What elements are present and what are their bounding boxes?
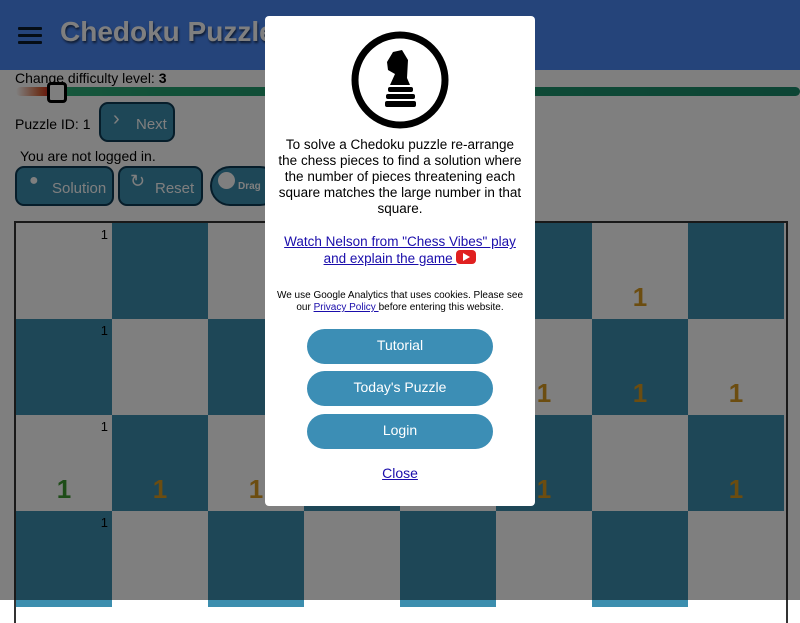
cookie-text-post: before entering this website. (378, 302, 504, 313)
cookie-notice: We use Google Analytics that uses cookie… (273, 290, 527, 314)
video-link[interactable]: Watch Nelson from "Chess Vibes" play and… (275, 233, 525, 267)
chess-knight-icon (351, 31, 449, 129)
login-button[interactable]: Login (307, 414, 493, 449)
video-link-text[interactable]: Watch Nelson from "Chess Vibes" play and… (284, 234, 516, 266)
privacy-policy-link[interactable]: Privacy Policy (314, 302, 379, 313)
intro-text: To solve a Chedoku puzzle re-arrange the… (278, 137, 522, 216)
youtube-icon[interactable] (456, 250, 477, 264)
close-link[interactable]: Close (265, 465, 535, 481)
tutorial-button[interactable]: Tutorial (307, 329, 493, 364)
intro-modal: To solve a Chedoku puzzle re-arrange the… (265, 16, 535, 506)
todays-puzzle-button[interactable]: Today's Puzzle (307, 371, 493, 406)
